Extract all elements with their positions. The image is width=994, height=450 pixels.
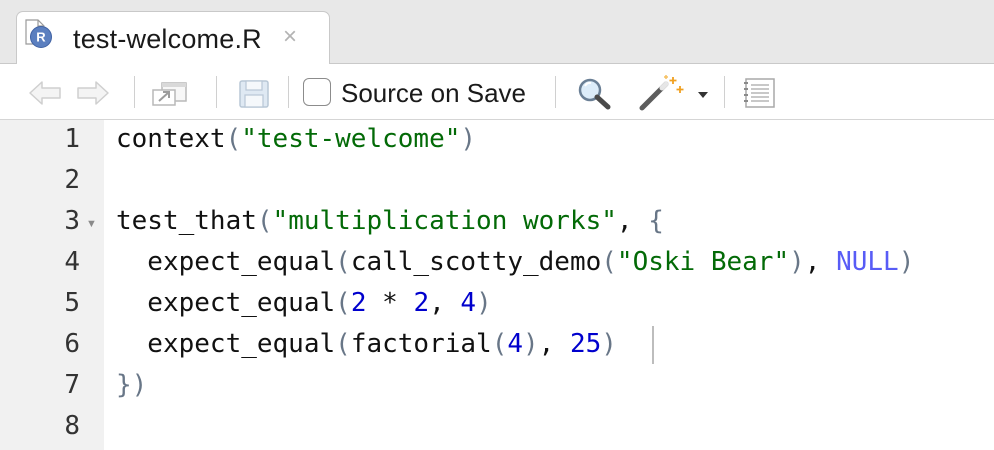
code-token: expect_equal (116, 247, 336, 277)
code-token: ( (491, 329, 508, 359)
code-line[interactable]: expect_equal(2 * 2, 4) (116, 288, 492, 318)
code-token: * (366, 288, 414, 318)
line-number-gutter: 1 2 3 ▼ 4 5 6 7 8 (0, 120, 104, 450)
code-token: ) (476, 288, 492, 318)
code-line[interactable]: }) (116, 370, 147, 400)
line-number: 2 (64, 165, 80, 195)
line-number: 8 (64, 411, 80, 441)
code-token: ) (523, 329, 539, 359)
code-token: ( (335, 288, 351, 318)
code-token: } (116, 370, 132, 400)
code-token: , (538, 329, 570, 359)
code-token: ) (131, 370, 148, 400)
code-line[interactable]: expect_equal(factorial(4), 25) (116, 329, 617, 359)
code-token: { (648, 206, 664, 236)
line-number: 5 (64, 288, 80, 318)
code-line[interactable]: context("test-welcome") (116, 124, 476, 154)
text-cursor (652, 326, 654, 364)
code-token: ( (335, 247, 351, 277)
close-tab-icon[interactable]: × (283, 25, 297, 49)
chevron-down-icon[interactable] (697, 91, 709, 99)
toolbar-separator (288, 76, 289, 108)
code-token: "multiplication works" (272, 206, 617, 236)
code-token: , (804, 247, 837, 277)
toolbar-separator (555, 76, 556, 108)
forward-arrow-icon[interactable] (76, 80, 110, 106)
editor-toolbar: Source on Save (0, 64, 994, 120)
source-on-save-checkbox[interactable] (303, 78, 331, 106)
code-token: 2 (413, 288, 430, 318)
code-line[interactable]: test_that("multiplication works", { (116, 206, 664, 236)
code-token: ) (789, 247, 805, 277)
code-token: , (616, 206, 649, 236)
toolbar-separator (724, 76, 725, 108)
code-token: expect_equal (116, 288, 336, 318)
code-token: 25 (569, 329, 602, 359)
svg-text:R: R (36, 30, 46, 45)
code-token: NULL (836, 247, 899, 277)
save-icon[interactable] (238, 79, 270, 109)
code-token: ) (460, 124, 477, 154)
code-token: "test-welcome" (241, 124, 461, 154)
code-token: ( (256, 206, 273, 236)
line-number: 4 (64, 247, 80, 277)
code-token: expect_equal (116, 329, 336, 359)
r-file-icon: R (30, 26, 52, 48)
line-number: 3 (64, 206, 80, 236)
tab-test-welcome[interactable]: R test-welcome.R × (16, 11, 330, 65)
code-line[interactable]: expect_equal(call_scotty_demo("Oski Bear… (116, 247, 914, 277)
code-token: call_scotty_demo (350, 247, 602, 277)
code-token: "Oski Bear" (616, 247, 790, 277)
code-token: 4 (460, 288, 477, 318)
fold-toggle-icon[interactable]: ▼ (86, 218, 97, 230)
toolbar-separator (216, 76, 217, 108)
back-arrow-icon[interactable] (28, 80, 62, 106)
code-token: context (116, 124, 226, 154)
line-number: 7 (64, 370, 80, 400)
search-icon[interactable] (576, 76, 612, 110)
code-editor[interactable]: 1 2 3 ▼ 4 5 6 7 8 context("test-welcome"… (0, 120, 994, 450)
line-number: 1 (64, 124, 80, 154)
source-on-save-label[interactable]: Source on Save (341, 78, 526, 109)
editor-tab-strip: R test-welcome.R × (0, 0, 994, 65)
code-token: ( (335, 329, 351, 359)
magic-wand-icon[interactable] (636, 74, 688, 112)
code-token: , (429, 288, 461, 318)
line-number: 6 (64, 329, 80, 359)
compile-report-icon[interactable] (742, 77, 778, 109)
code-token: ( (225, 124, 242, 154)
code-token: ) (601, 329, 617, 359)
show-in-new-window-icon[interactable] (150, 80, 190, 108)
tab-title: test-welcome.R (73, 24, 262, 54)
toolbar-separator (134, 76, 135, 108)
code-token: test_that (116, 206, 257, 236)
code-token: factorial (350, 329, 492, 359)
code-token: ( (601, 247, 617, 277)
code-token: ) (898, 247, 915, 277)
code-token: 4 (507, 329, 524, 359)
code-token: 2 (350, 288, 367, 318)
